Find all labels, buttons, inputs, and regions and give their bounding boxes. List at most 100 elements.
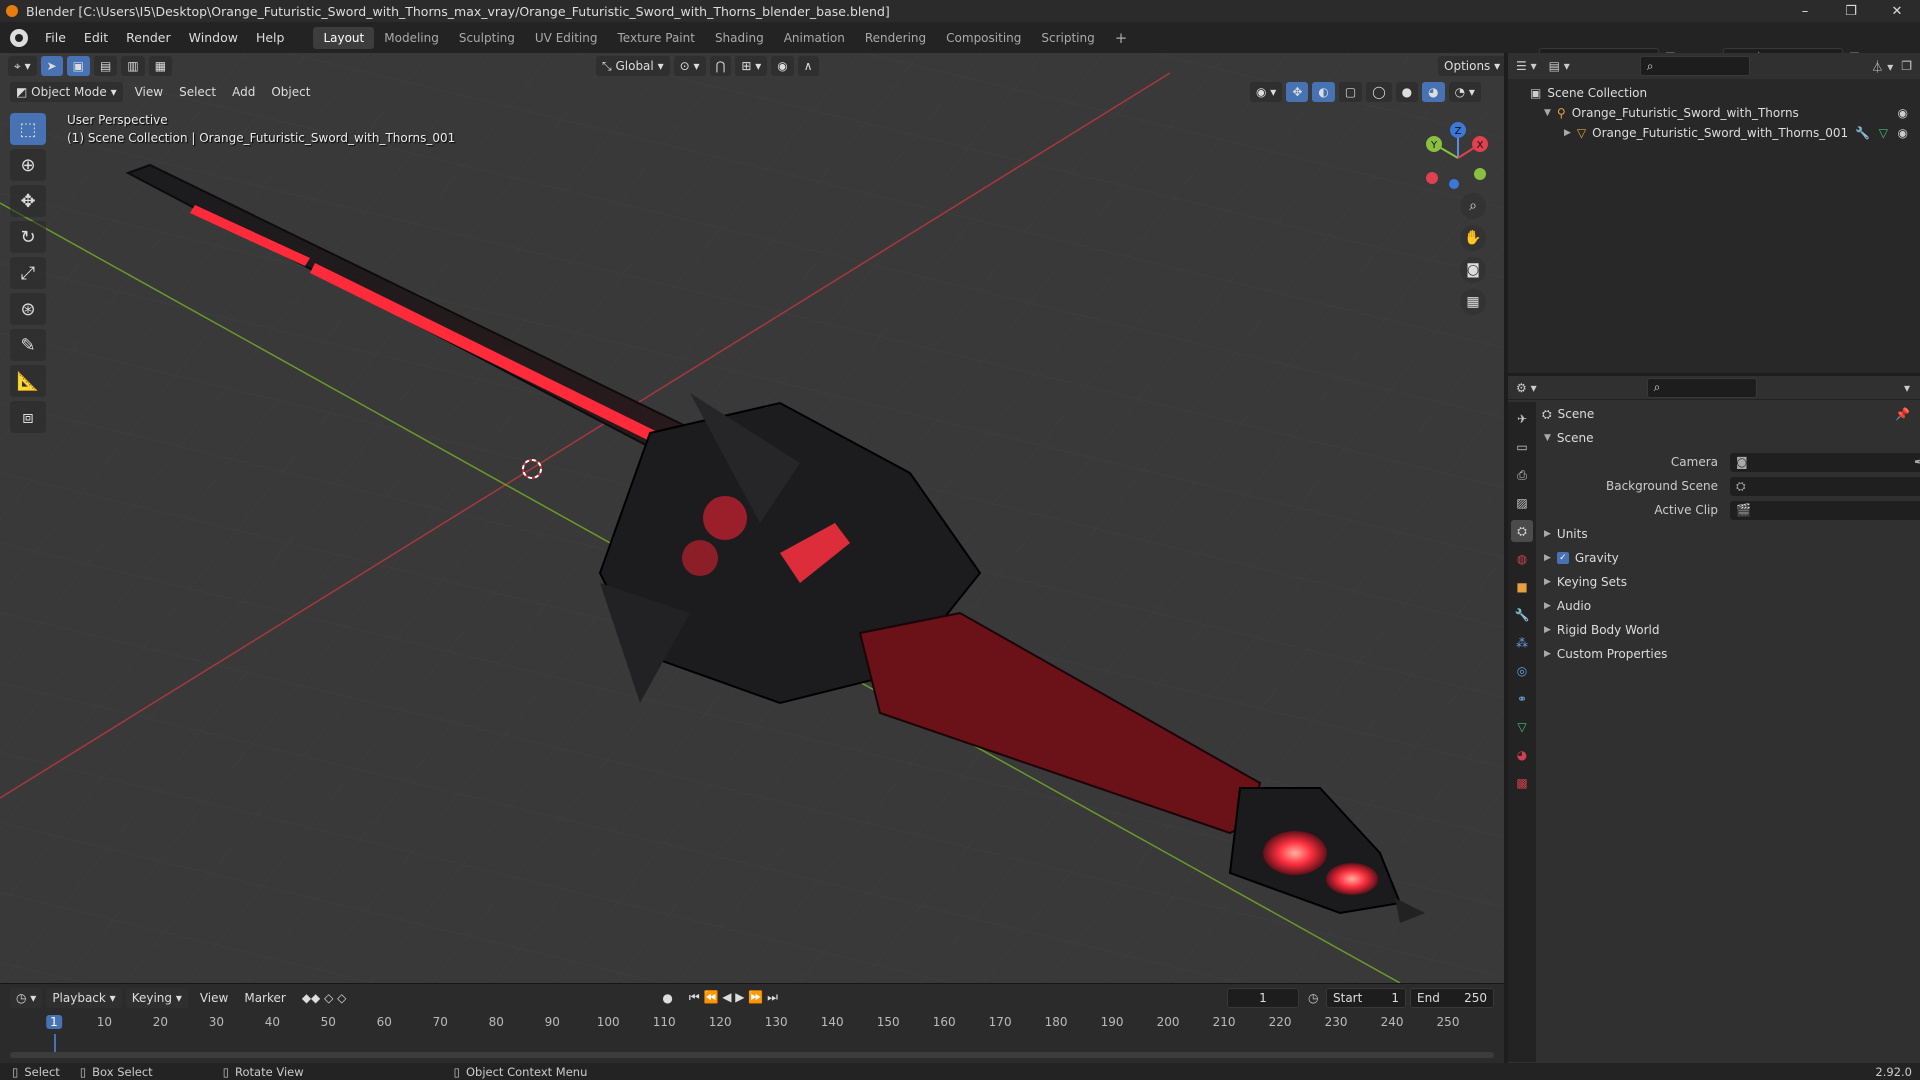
add-cube-tool[interactable]: ⧈ [10, 401, 46, 433]
properties-editor-icon[interactable]: ⚙ ▾ [1516, 381, 1537, 395]
pan-button[interactable]: ✋ [1460, 225, 1486, 251]
menu-edit[interactable]: Edit [75, 30, 117, 45]
shading-material[interactable]: ◕ [1422, 82, 1445, 102]
select-mode-subtract[interactable]: ▥ [121, 56, 145, 76]
active-clip-field[interactable]: 🎬 [1730, 500, 1920, 520]
menu-help[interactable]: Help [247, 30, 294, 45]
data-tab[interactable]: ▽ [1511, 716, 1533, 738]
visibility-dropdown[interactable]: ◉ ▾ [1250, 82, 1283, 102]
gizmo-toggle[interactable]: ✥ [1286, 82, 1309, 102]
end-frame-field[interactable]: End 250 [1410, 987, 1494, 1008]
scene-collection-row[interactable]: ▣ Scene Collection [1508, 83, 1920, 103]
keyframe-icons[interactable]: ◆◆ ◇ ◇ [294, 991, 355, 1005]
tab-uv-editing[interactable]: UV Editing [525, 27, 608, 49]
preview-range-icon[interactable]: ◷ [1308, 991, 1318, 1005]
add-workspace-button[interactable]: + [1105, 25, 1138, 51]
pin-icon[interactable]: 📌 [1895, 407, 1910, 421]
transform-orientation-dropdown[interactable]: ⤡ Global ▾ [596, 56, 670, 76]
shading-wireframe[interactable]: ◯ [1366, 82, 1392, 102]
outliner-editor-icon[interactable]: ☰ ▾ [1516, 59, 1537, 73]
timeline-view-menu[interactable]: View [192, 991, 236, 1005]
3d-viewport[interactable]: ⌖ ▾ ➤ ▣ ▤ ▥ ▦ ⤡ Global ▾ ⊙ ▾ ⋂ ⊞ ▾ ◉ ∧ O… [0, 53, 1504, 983]
tab-modeling[interactable]: Modeling [374, 27, 449, 49]
ortho-toggle-button[interactable]: ▦ [1460, 289, 1486, 315]
background-scene-field[interactable]: ⛭ [1730, 476, 1920, 496]
options-dropdown[interactable]: Options ▾ [1438, 56, 1504, 76]
mesh-data-icon[interactable]: ▽ [1879, 126, 1888, 140]
current-frame-field[interactable]: 1 [1227, 987, 1299, 1008]
navigation-gizmo[interactable]: Z Y X [1418, 118, 1498, 198]
properties-search[interactable]: ⌕ [1646, 377, 1757, 398]
scale-tool[interactable]: ⤢ [10, 257, 46, 289]
rotate-tool[interactable]: ↻ [10, 221, 46, 253]
editor-type-button[interactable]: ⌖ ▾ [8, 56, 37, 76]
timeline-track[interactable] [0, 1034, 1504, 1062]
cursor-tool[interactable]: ⊕ [10, 149, 46, 181]
expand-icon[interactable]: ▼ [1544, 108, 1551, 118]
collapse-icon[interactable]: ▶ [1564, 128, 1571, 138]
snap-target-dropdown[interactable]: ⊞ ▾ [735, 56, 768, 76]
keying-menu[interactable]: Keying ▾ [125, 987, 188, 1008]
timeline-marker-menu[interactable]: Marker [236, 991, 293, 1005]
render-tab[interactable]: ▭ [1511, 436, 1533, 458]
close-button[interactable]: ✕ [1874, 4, 1920, 19]
tab-rendering[interactable]: Rendering [855, 27, 936, 49]
visibility-eye-icon[interactable]: ◉ [1898, 106, 1908, 120]
view-layer-tab[interactable]: ▨ [1511, 492, 1533, 514]
tab-sculpting[interactable]: Sculpting [449, 27, 525, 49]
new-collection-icon[interactable]: ❐ [1901, 59, 1912, 73]
timeline-editor-type[interactable]: ◷ ▾ [10, 987, 43, 1008]
pivot-point-dropdown[interactable]: ⊙ ▾ [673, 56, 706, 76]
outliner-search[interactable]: ⌕ [1639, 56, 1750, 76]
zoom-button[interactable]: ⌕ [1460, 193, 1486, 219]
start-frame-field[interactable]: Start 1 [1326, 987, 1406, 1008]
menu-window[interactable]: Window [180, 30, 247, 45]
audio-panel[interactable]: ▶ Audio [1538, 594, 1920, 618]
output-tab[interactable]: ⎙ [1511, 464, 1533, 486]
viewport-menu-object[interactable]: Object [263, 85, 318, 99]
annotate-tool[interactable]: ✎ [10, 329, 46, 361]
visibility-eye-icon[interactable]: ◉ [1898, 126, 1908, 140]
playback-controls[interactable]: ⏮ ⏪ ◀ ▶ ⏩ ⏭ [681, 990, 786, 1005]
tab-layout[interactable]: Layout [313, 26, 375, 49]
scene-panel-header[interactable]: ▼ Scene [1538, 426, 1920, 450]
overlay-toggle[interactable]: ◐ [1312, 82, 1335, 102]
gizmo-neg-y[interactable] [1474, 168, 1486, 180]
blender-menu-icon[interactable] [10, 28, 28, 47]
frame-ruler[interactable]: 1 10 20 30 40 50 60 70 80 90 100 110 120 130 140 150 160… [0, 1012, 1504, 1034]
shading-rendered[interactable]: ◔ ▾ [1448, 82, 1481, 102]
chevron-down-icon[interactable]: ▾ [1904, 381, 1910, 395]
maximize-button[interactable]: ❐ [1828, 4, 1874, 19]
select-tool-button[interactable]: ➤ [40, 56, 63, 76]
mode-dropdown[interactable]: ◩ Object Mode ▾ [10, 82, 123, 102]
xray-toggle[interactable]: ▢ [1338, 82, 1363, 102]
custom-properties-panel[interactable]: ▶ Custom Properties [1538, 642, 1920, 666]
gravity-checkbox[interactable]: ✓ [1556, 552, 1569, 564]
outliner-row[interactable]: ▼ ⚲ Orange_Futuristic_Sword_with_Thorns … [1508, 103, 1920, 123]
shading-solid[interactable]: ● [1395, 82, 1419, 102]
object-tab[interactable]: ■ [1511, 576, 1533, 598]
tab-animation[interactable]: Animation [774, 27, 855, 49]
tweak-tool[interactable]: ⬚ [10, 113, 46, 145]
gizmo-neg-x[interactable] [1426, 172, 1438, 184]
tab-scripting[interactable]: Scripting [1031, 27, 1104, 49]
gizmo-neg-z[interactable] [1449, 179, 1459, 189]
snap-toggle[interactable]: ⋂ [709, 56, 732, 76]
eyedropper-icon[interactable]: ✒ [1914, 455, 1920, 469]
tab-shading[interactable]: Shading [705, 27, 774, 49]
playback-menu[interactable]: Playback ▾ [46, 987, 122, 1008]
modifier-tab[interactable]: 🔧 [1511, 604, 1533, 626]
scene-tab[interactable]: ⛭ [1511, 520, 1533, 542]
tab-texture-paint[interactable]: Texture Paint [608, 27, 705, 49]
outliner-row[interactable]: ▶ ▽ Orange_Futuristic_Sword_with_Thorns_… [1508, 123, 1920, 143]
gravity-panel[interactable]: ▶ ✓ Gravity [1538, 546, 1920, 570]
texture-tab[interactable]: ▩ [1511, 772, 1533, 794]
physics-tab[interactable]: ◎ [1511, 660, 1533, 682]
measure-tool[interactable]: 📐 [10, 365, 46, 397]
select-mode-new[interactable]: ▣ [66, 56, 91, 76]
menu-render[interactable]: Render [117, 30, 180, 45]
timeline-scrollbar[interactable] [10, 1052, 1494, 1058]
material-tab[interactable]: ◕ [1511, 744, 1533, 766]
world-tab[interactable]: ◍ [1511, 548, 1533, 570]
camera-view-button[interactable]: ◙ [1460, 257, 1486, 283]
